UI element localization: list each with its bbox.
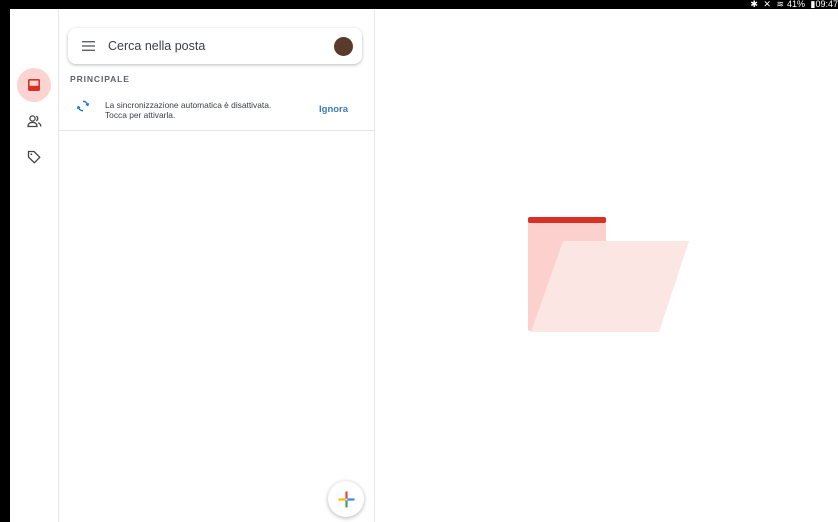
battery-percent: 41% — [786, 0, 805, 9]
gmail-app: Cerca nella posta PRINCIPALE La sincroni… — [10, 9, 838, 522]
sync-icon — [76, 100, 90, 112]
clock: 09:47 — [815, 0, 838, 9]
section-label-principale: PRINCIPALE — [70, 74, 130, 84]
account-avatar[interactable] — [334, 36, 353, 56]
search-bar[interactable]: Cerca nella posta — [68, 28, 362, 64]
rail-item-inbox[interactable] — [17, 68, 51, 102]
rail-item-labels[interactable] — [17, 140, 51, 174]
sync-notice-line1: La sincronizzazione automatica è disatti… — [105, 100, 272, 110]
ignore-button[interactable]: Ignora — [319, 104, 348, 115]
search-input[interactable]: Cerca nella posta — [108, 39, 334, 53]
navigation-rail — [10, 9, 58, 522]
screen-frame — [0, 0, 10, 522]
wifi-icon: ≋ — [776, 0, 784, 9]
empty-folder-illustration — [528, 217, 689, 332]
sync-disabled-notice[interactable]: La sincronizzazione automatica è disatti… — [59, 89, 374, 131]
compose-button[interactable] — [328, 481, 364, 517]
people-icon — [26, 115, 41, 128]
sync-notice-text: La sincronizzazione automatica è disatti… — [105, 100, 305, 120]
label-tag-icon — [27, 150, 41, 164]
hamburger-menu-icon[interactable] — [68, 28, 108, 64]
rail-item-contacts[interactable] — [17, 104, 51, 138]
mail-list-pane: Cerca nella posta PRINCIPALE La sincroni… — [58, 9, 375, 522]
mute-icon: ✕ — [763, 0, 771, 9]
detail-pane — [375, 9, 838, 522]
status-bar: ▲ ✱ ✕ ≋41% ▮09:47 — [0, 0, 838, 9]
inbox-icon — [28, 79, 40, 91]
compose-plus-icon — [338, 491, 354, 507]
sync-notice-line2: Tocca per attivarla. — [105, 110, 176, 120]
bluetooth-icon: ✱ — [750, 0, 758, 9]
